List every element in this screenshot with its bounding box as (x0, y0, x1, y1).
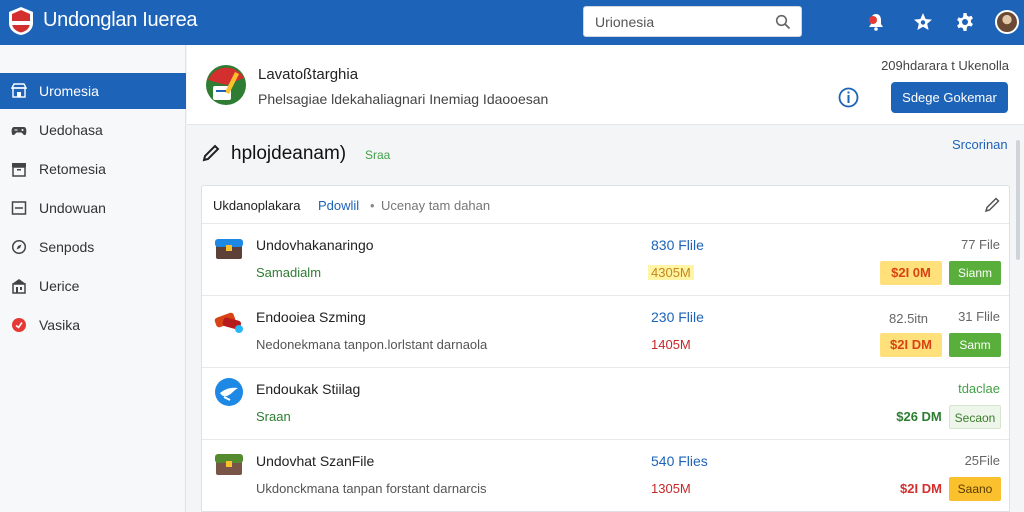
item-size: 1305M (651, 481, 691, 496)
app-meta-info: 209hdarara t Ukenolla (881, 58, 1009, 73)
table-row[interactable]: Endoukak Stiilag Sraan tdaclae $26 DM Se… (202, 369, 1009, 440)
breadcrumb-hint: Ucenay tam dahan (381, 198, 491, 213)
breadcrumb: Ukdanoplakara Pdowlil • Ucenay tam dahan (202, 186, 1009, 224)
item-file-count: 230 Flile (651, 309, 704, 325)
sidebar-item-label: Undowuan (39, 200, 106, 216)
pencil-icon (202, 144, 220, 162)
file-list-card: Ukdanoplakara Pdowlil • Ucenay tam dahan… (201, 185, 1010, 512)
settings-gear-icon[interactable] (954, 11, 976, 33)
primary-action-button[interactable]: Sdege Gokemar (891, 82, 1008, 113)
item-action-button[interactable]: Secaon (949, 405, 1001, 429)
section-title: hplojdeanam) (231, 143, 347, 164)
item-count: 31 Flile (958, 309, 1000, 324)
sidebar: Uromesia Uedohasa Retomesia Undowuan Sen… (0, 45, 186, 512)
section-badge: Sraa (365, 148, 391, 162)
treasure-chest-icon (215, 239, 243, 259)
section-link[interactable]: Srcorinan (952, 137, 1008, 152)
item-action-button[interactable]: Saano (949, 477, 1001, 501)
item-size: 4305M (648, 265, 694, 280)
item-count: 25File (964, 453, 1000, 468)
archive-icon (12, 163, 26, 177)
app-badge-icon (206, 65, 246, 105)
info-icon[interactable] (838, 87, 859, 108)
item-name[interactable]: Endooiea Szming (256, 309, 366, 325)
sidebar-item-label: Uedohasa (39, 122, 103, 138)
table-row[interactable]: Endooiea Szming Nedonekmana tanpon.lorls… (202, 297, 1009, 368)
app-description: Phelsagiae ldekahaliagnari Inemiag Idaoo… (258, 91, 549, 107)
sidebar-item-undowuan[interactable]: Undowuan (0, 190, 186, 226)
app-name: Lavatoßtarghia (258, 66, 359, 83)
sidebar-item-vasika[interactable]: Vasika (0, 307, 186, 343)
item-size: 1405M (651, 337, 691, 352)
item-name[interactable]: Undovhakanaringo (256, 237, 374, 253)
window-icon (11, 201, 27, 215)
app-logo-icon[interactable] (7, 6, 35, 36)
breadcrumb-root[interactable]: Ukdanoplakara (213, 198, 300, 213)
search-icon[interactable] (775, 14, 791, 30)
item-file-count: 540 Flies (651, 453, 708, 469)
item-version: 82.5itn (889, 311, 929, 326)
sidebar-item-label: Uerice (39, 278, 80, 294)
item-count: tdaclae (958, 381, 1000, 396)
star-icon[interactable] (912, 11, 934, 33)
sidebar-item-uedohasa[interactable]: Uedohasa (0, 112, 186, 148)
item-subtitle: Ukdonckmana tanpan forstant darnarcis (256, 481, 487, 496)
item-file-count: 830 Flile (651, 237, 704, 253)
sidebar-item-uromesia[interactable]: Uromesia (0, 73, 186, 109)
search-box[interactable]: Urionesia (583, 6, 802, 37)
item-subtitle: Nedonekmana tanpon.lorlstant darnaola (256, 337, 488, 352)
sidebar-item-uerice[interactable]: Uerice (0, 268, 186, 304)
sidebar-item-label: Retomesia (39, 161, 106, 177)
blue-bird-icon (215, 378, 243, 406)
app-title: Undonglan Iuerea (43, 9, 198, 31)
compass-icon (11, 239, 27, 255)
item-action-button[interactable]: Sianm (949, 261, 1001, 285)
search-input[interactable]: Urionesia (595, 14, 654, 30)
item-name[interactable]: Undovhat SzanFile (256, 453, 374, 469)
item-price: $26 DM (896, 409, 942, 424)
edit-pencil-icon[interactable] (984, 196, 1001, 213)
item-action-button[interactable]: Sanm (949, 333, 1001, 357)
item-count: 77 File (960, 237, 1000, 252)
item-name[interactable]: Endoukak Stiilag (256, 381, 360, 397)
sidebar-item-label: Uromesia (39, 83, 99, 99)
item-subtitle: Sraan (256, 409, 291, 424)
sidebar-item-label: Vasika (39, 317, 80, 333)
table-row[interactable]: Undovhakanaringo Samadialm 830 Flile 430… (202, 225, 1009, 296)
sidebar-item-retomesia[interactable]: Retomesia (0, 151, 186, 187)
item-price: $2I 0M (880, 261, 942, 285)
gamepad-icon (11, 127, 27, 136)
storefront-icon (11, 83, 27, 98)
user-avatar[interactable] (995, 10, 1019, 34)
item-price: $2I DM (880, 333, 942, 357)
notification-bell-icon[interactable] (865, 11, 887, 33)
scrollbar-thumb[interactable] (1016, 140, 1020, 260)
table-row[interactable]: Undovhat SzanFile Ukdonckmana tanpan for… (202, 441, 1009, 511)
green-chest-icon (215, 454, 243, 475)
sidebar-item-senpods[interactable]: Senpods (0, 229, 186, 265)
item-subtitle: Samadialm (256, 265, 322, 280)
breadcrumb-separator: • (370, 198, 375, 213)
sidebar-item-label: Senpods (39, 239, 95, 255)
building-icon (12, 279, 26, 294)
red-badge-icon (12, 318, 26, 332)
red-toolbox-icon (214, 312, 243, 333)
breadcrumb-current[interactable]: Pdowlil (318, 198, 359, 213)
top-bar: Undonglan Iuerea Urionesia (0, 0, 1024, 45)
app-header-card: Lavatoßtarghia Phelsagiae ldekahaliagnar… (187, 45, 1024, 125)
item-price: $2I DM (900, 481, 942, 496)
